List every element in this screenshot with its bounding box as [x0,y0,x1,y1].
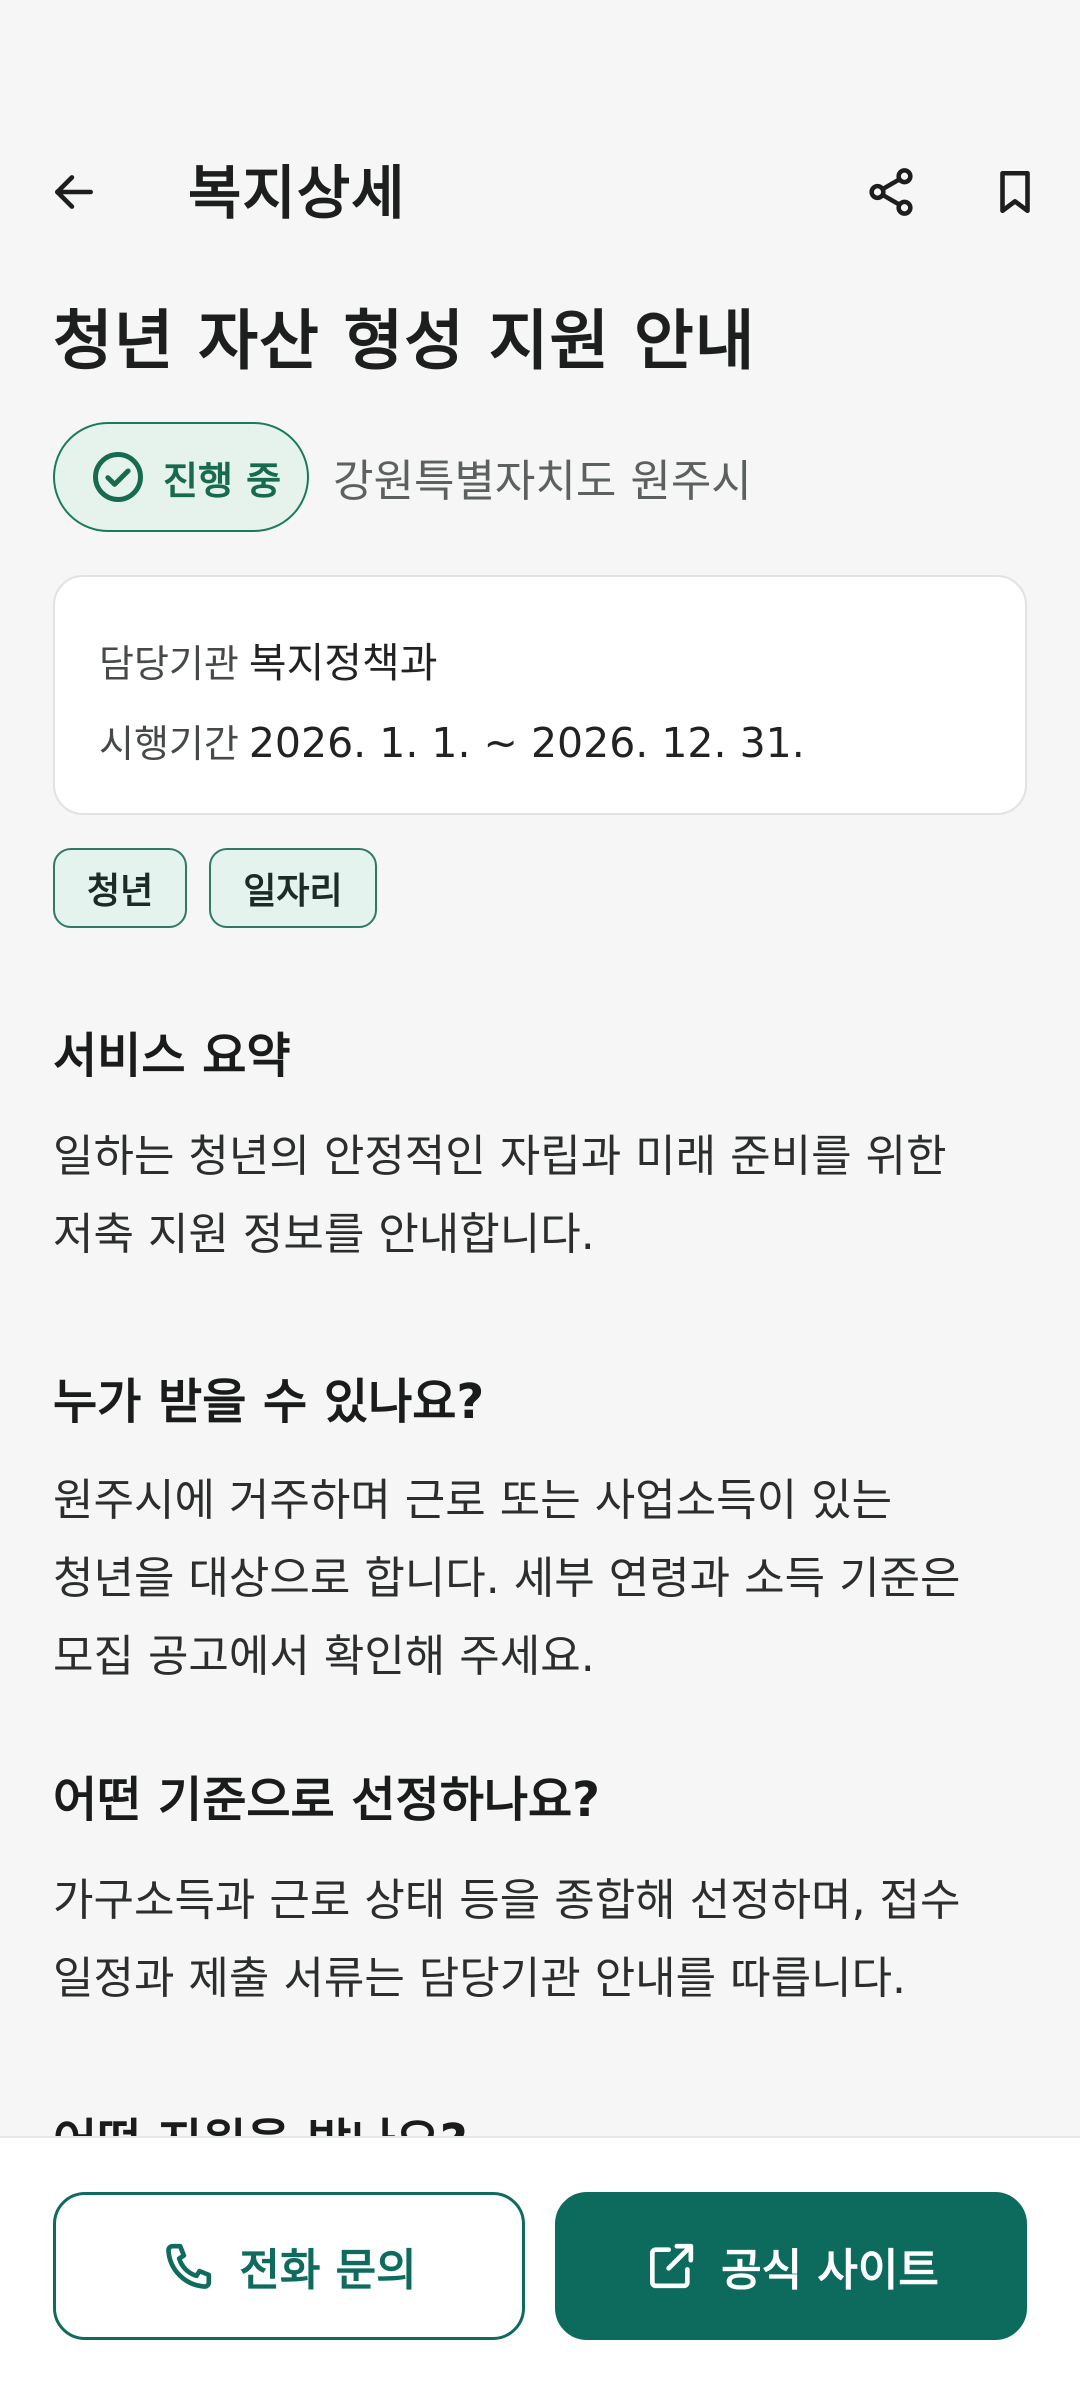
agency-row: 담당기관 복지정책과 [99,629,437,689]
back-button[interactable] [26,144,122,240]
phone-inquiry-label: 전화 문의 [239,2245,417,2296]
tag-chip[interactable]: 청년 [53,848,188,928]
official-site-button[interactable]: 공식 사이트 [555,2192,1027,2340]
check-circle-icon [91,450,145,504]
tag-chip[interactable]: 일자리 [209,848,377,928]
share-button[interactable] [843,144,939,240]
page-title: 복지상세 [188,159,406,227]
status-row: 진행 중 강원특별자치도 원주시 [53,422,752,532]
info-card: 담당기관 복지정책과 시행기간 2026. 1. 1. ~ 2026. 12. 31… [53,575,1027,815]
open-in-new-icon [643,2238,699,2294]
bottom-action-bar: 전화 문의 공식 사이트 [0,2136,1080,2402]
period-label: 시행기간 [99,722,239,766]
arrow-left-icon [55,175,93,209]
section-body-selection: 가구소득과 근로 상태 등을 종합해 선정하며, 접수 일정과 제출 서류는 담… [53,1875,961,2004]
section-body-summary: 일하는 청년의 안정적인 자립과 미래 준비를 위한 저축 지원 정보를 안내합… [53,1131,947,1260]
bookmark-icon [1000,170,1030,214]
share-icon [869,168,913,216]
region-label: 강원특별자치도 원주시 [333,456,752,507]
status-label: 진행 중 [163,458,282,503]
section-heading-summary: 서비스 요약 [53,1028,291,1084]
service-title: 청년 자산 형성 지원 안내 [53,304,756,379]
tag-list: 청년 일자리 [53,848,399,928]
period-row: 시행기간 2026. 1. 1. ~ 2026. 12. 31. [99,713,805,768]
section-heading-eligibility: 누가 받을 수 있나요? [53,1374,485,1430]
official-site-label: 공식 사이트 [721,2245,939,2296]
status-badge: 진행 중 [53,422,309,532]
phone-inquiry-button[interactable]: 전화 문의 [53,2192,525,2340]
agency-value: 복지정책과 [248,639,438,687]
phone-icon [161,2238,217,2294]
bookmark-button[interactable] [967,144,1063,240]
period-value: 2026. 1. 1. ~ 2026. 12. 31. [248,719,805,767]
section-heading-selection: 어떤 기준으로 선정하나요? [53,1772,601,1828]
top-app-bar: 복지상세 [0,0,1080,270]
agency-label: 담당기관 [99,642,239,686]
section-body-eligibility: 원주시에 거주하며 근로 또는 사업소득이 있는 청년을 대상으로 합니다. 세… [53,1475,961,1682]
